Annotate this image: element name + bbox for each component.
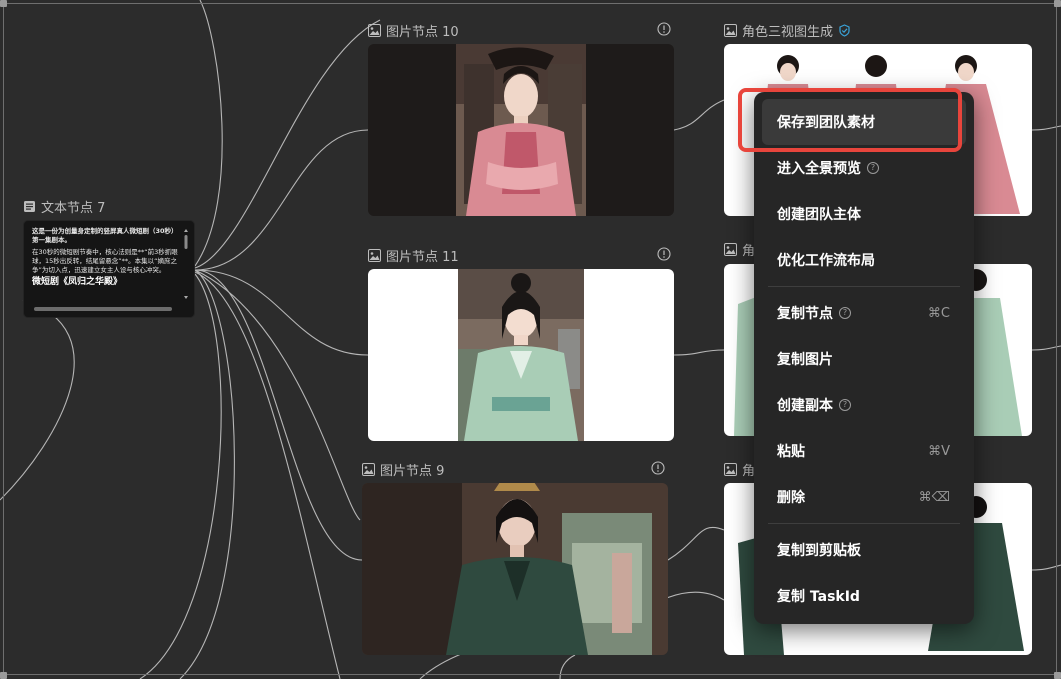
text-node-card[interactable]: 这是一份为创量身定制的竖屏真人微短剧（30秒）第一集剧本。 在30秒的微短剧节奏… [23, 220, 195, 318]
image-icon [724, 242, 737, 256]
frame-handle[interactable] [0, 672, 7, 679]
menu-item-label: 进入全景预览 [777, 161, 861, 177]
image-icon [362, 462, 375, 476]
image-icon [724, 23, 737, 37]
script-heading: 微短剧《凤归之华殿》 [32, 277, 123, 287]
menu-item-paste[interactable]: 粘贴 ⌘V [762, 428, 966, 474]
vertical-scrollbar[interactable] [184, 229, 188, 299]
image-node-label: 图片节点 10 [386, 24, 459, 40]
menu-item-copy-to-clipboard[interactable]: 复制到剪贴板 [762, 527, 966, 573]
image-node-9-title[interactable]: 图片节点 9 [362, 459, 444, 479]
menu-item-copy-image[interactable]: 复制图片 [762, 336, 966, 382]
help-icon[interactable]: ? [839, 399, 851, 411]
shortcut-hint: ⌘C [927, 305, 950, 321]
menu-item-copy-node[interactable]: 复制节点 ? ⌘C [762, 290, 966, 336]
menu-item-copy-taskid[interactable]: 复制 TaskId [762, 573, 966, 619]
shortcut-hint: ⌘⌫ [918, 489, 950, 505]
menu-divider [768, 286, 960, 287]
text-node-label: 文本节点 7 [41, 200, 106, 216]
menu-item-label: 复制到剪贴板 [777, 543, 861, 559]
menu-item-label: 创建团队主体 [777, 207, 861, 223]
frame-handle[interactable] [1054, 0, 1061, 7]
image-node-label: 图片节点 11 [386, 249, 459, 265]
frame-handle[interactable] [0, 0, 7, 7]
menu-item-optimize-layout[interactable]: 优化工作流布局 [762, 237, 966, 283]
image-node-label: 角色三视图生成 [742, 24, 834, 40]
workflow-canvas[interactable]: 文本节点 7 这是一份为创量身定制的竖屏真人微短剧（30秒）第一集剧本。 在30… [0, 0, 1061, 679]
script-paragraph: 在30秒的微短剧节奏中，核心法则是**“前3秒抓眼球，15秒出反转，结尾留悬念”… [32, 248, 178, 274]
character-three-view-title[interactable]: 角 [724, 459, 755, 479]
menu-item-label: 复制 TaskId [777, 589, 860, 605]
portrait-image [456, 44, 586, 216]
image-icon [368, 248, 381, 262]
document-icon [24, 200, 35, 212]
menu-item-label: 复制节点 [777, 306, 833, 322]
menu-divider [768, 523, 960, 524]
text-node-title[interactable]: 文本节点 7 [23, 196, 105, 216]
image-node-10-title[interactable]: 图片节点 10 [368, 20, 459, 40]
info-icon[interactable] [657, 22, 671, 36]
menu-item-label: 删除 [777, 490, 805, 506]
annotation-highlight-box [738, 88, 962, 152]
shortcut-hint: ⌘V [928, 443, 950, 459]
verified-badge-icon [839, 23, 850, 37]
image-node-10-preview[interactable] [368, 44, 674, 216]
character-three-view-title[interactable]: 角 [724, 239, 755, 259]
image-node-11-title[interactable]: 图片节点 11 [368, 245, 459, 265]
help-icon[interactable]: ? [867, 162, 879, 174]
image-icon [724, 462, 737, 476]
info-icon[interactable] [657, 247, 671, 261]
frame-handle[interactable] [1054, 672, 1061, 679]
context-menu: 保存到团队素材 进入全景预览 ? 创建团队主体 优化工作流布局 复制节点 ? ⌘… [754, 92, 974, 624]
menu-item-duplicate[interactable]: 创建副本 ? [762, 382, 966, 428]
menu-item-label: 粘贴 [777, 444, 805, 460]
info-icon[interactable] [651, 461, 665, 475]
image-node-11-preview[interactable] [368, 269, 674, 441]
image-node-9-preview[interactable] [362, 483, 668, 655]
menu-item-label: 创建副本 [777, 398, 833, 414]
menu-item-label: 复制图片 [777, 352, 833, 368]
character-three-view-title[interactable]: 角色三视图生成 [724, 20, 851, 40]
image-node-label: 图片节点 9 [380, 463, 445, 479]
script-paragraph: 这是一份为创量身定制的竖屏真人微短剧（30秒）第一集剧本。 [32, 227, 178, 244]
menu-item-delete[interactable]: 删除 ⌘⌫ [762, 474, 966, 520]
image-icon [368, 23, 381, 37]
portrait-image [362, 483, 668, 655]
horizontal-scrollbar[interactable] [34, 307, 172, 311]
portrait-image [458, 269, 584, 441]
menu-item-label: 优化工作流布局 [777, 253, 875, 269]
menu-item-create-team-subject[interactable]: 创建团队主体 [762, 191, 966, 237]
help-icon[interactable]: ? [839, 307, 851, 319]
